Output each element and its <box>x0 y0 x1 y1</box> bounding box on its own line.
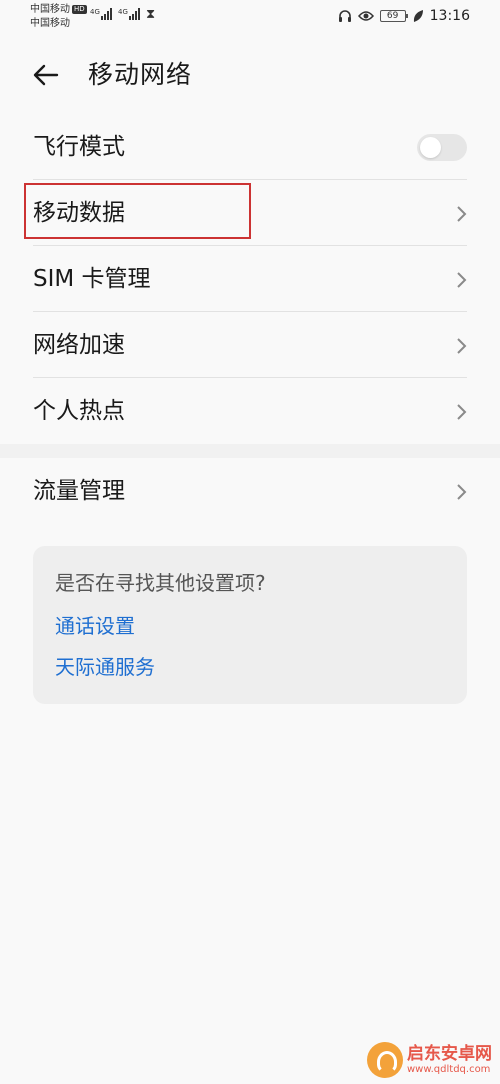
airplane-mode-label: 飞行模式 <box>33 134 125 160</box>
back-arrow-icon <box>33 64 59 86</box>
skytone-service-link[interactable]: 天际通服务 <box>55 654 155 680</box>
sim-card-management-label: SIM 卡管理 <box>33 266 151 292</box>
carrier-info: 中国移动 HD 中国移动 <box>30 3 87 31</box>
call-settings-link[interactable]: 通话设置 <box>55 613 135 639</box>
battery-level: 69 <box>386 11 399 21</box>
chevron-right-icon <box>457 484 467 500</box>
carrier-2-name: 中国移动 <box>30 18 70 29</box>
carrier-1-name: 中国移动 <box>30 4 70 15</box>
signal-2-icon: 4G <box>118 8 140 20</box>
watermark-logo-icon <box>367 1042 403 1078</box>
personal-hotspot-label: 个人热点 <box>33 398 125 424</box>
network-acceleration-label: 网络加速 <box>33 332 125 358</box>
status-time: 13:16 <box>429 8 470 24</box>
airplane-mode-row: 飞行模式 <box>0 114 500 180</box>
battery-icon: 69 <box>379 10 408 22</box>
watermark: 启东安卓网 www.qdltdq.com <box>367 1042 492 1078</box>
suggestion-title: 是否在寻找其他设置项? <box>55 571 266 595</box>
sim-card-management-item[interactable]: SIM 卡管理 <box>0 246 500 312</box>
hd-badge: HD <box>72 5 87 14</box>
leaf-icon <box>413 10 423 22</box>
settings-list: 飞行模式 移动数据 SIM 卡管理 网络加速 个人热点 流量管理 <box>0 114 500 524</box>
data-usage-management-label: 流量管理 <box>33 478 125 504</box>
status-bar: 中国移动 HD 中国移动 4G 4G ⧗ 69 13:16 <box>0 0 500 36</box>
section-gap <box>0 444 500 458</box>
airplane-mode-toggle[interactable] <box>417 134 467 161</box>
hourglass-icon: ⧗ <box>146 7 156 22</box>
app-header: 移动网络 <box>0 50 500 100</box>
page-title: 移动网络 <box>88 60 193 89</box>
watermark-url: www.qdltdq.com <box>407 1064 491 1075</box>
mobile-data-label: 移动数据 <box>33 200 125 226</box>
watermark-name: 启东安卓网 <box>407 1044 492 1064</box>
data-usage-management-item[interactable]: 流量管理 <box>0 458 500 524</box>
signal-1-icon: 4G <box>90 8 112 20</box>
chevron-right-icon <box>457 206 467 222</box>
mobile-data-item[interactable]: 移动数据 <box>0 180 500 246</box>
headset-icon <box>338 10 351 22</box>
chevron-right-icon <box>457 404 467 420</box>
suggestion-card: 是否在寻找其他设置项? 通话设置 天际通服务 <box>33 546 467 704</box>
chevron-right-icon <box>457 272 467 288</box>
eye-icon <box>357 11 374 21</box>
toggle-knob <box>420 137 441 158</box>
personal-hotspot-item[interactable]: 个人热点 <box>0 378 500 444</box>
signal-2-tag: 4G <box>118 8 128 16</box>
chevron-right-icon <box>457 338 467 354</box>
signal-1-tag: 4G <box>90 8 100 16</box>
network-acceleration-item[interactable]: 网络加速 <box>0 312 500 378</box>
back-button[interactable] <box>30 60 70 90</box>
